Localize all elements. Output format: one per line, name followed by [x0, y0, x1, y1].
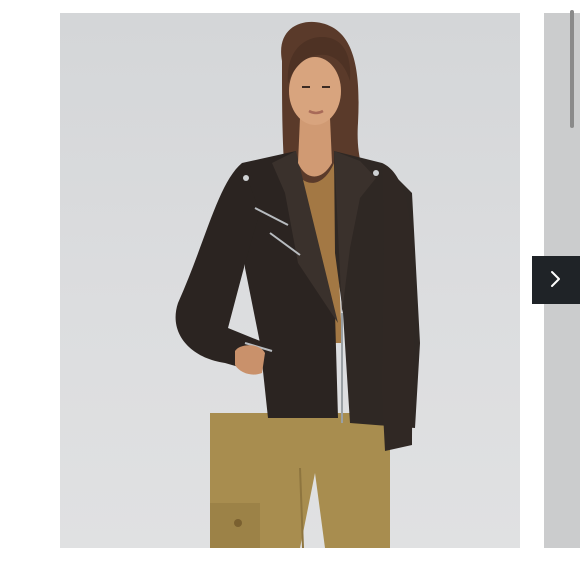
product-photo[interactable] — [60, 13, 520, 548]
product-image-carousel — [0, 0, 580, 580]
next-image-button[interactable] — [532, 256, 580, 304]
vertical-scrollbar[interactable] — [570, 10, 574, 128]
chevron-right-icon — [549, 269, 563, 292]
model-illustration — [175, 21, 420, 548]
